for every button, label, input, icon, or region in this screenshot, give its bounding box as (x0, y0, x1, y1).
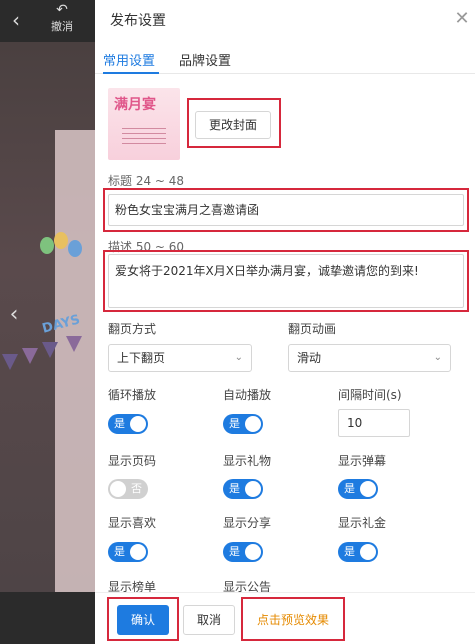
page-anim-select[interactable]: 滑动 ⌄ (288, 344, 451, 372)
page-turn-label: 翻页方式 (108, 322, 157, 336)
chevron-down-icon: ⌄ (433, 352, 442, 363)
confirm-button[interactable]: 确认 (117, 605, 169, 635)
danmaku-toggle[interactable]: 是 (338, 479, 378, 499)
page-turn-value: 上下翻页 (117, 351, 166, 365)
title-field[interactable]: 粉色女宝宝满月之喜邀请函 (108, 194, 464, 226)
canvas-page-preview (55, 130, 95, 600)
cancel-button[interactable]: 取消 (183, 605, 235, 635)
toggle-knob (245, 481, 261, 497)
close-icon[interactable]: ✕ (453, 8, 471, 30)
autoplay-label: 自动播放 (223, 388, 272, 402)
panel-header: 发布设置 ✕ (95, 0, 475, 40)
toggle-knob (360, 544, 376, 560)
page-anim-label: 翻页动画 (288, 322, 337, 336)
loop-toggle[interactable]: 是 (108, 414, 148, 434)
gift-toggle[interactable]: 是 (223, 479, 263, 499)
gift-toggle-text: 是 (229, 482, 240, 495)
chevron-left-icon[interactable]: ‹ (6, 8, 26, 32)
chevron-down-icon: ⌄ (234, 352, 243, 363)
cover-thumbnail-text-lines (122, 128, 166, 148)
cash-gift-toggle-text: 是 (344, 545, 355, 558)
likes-toggle-text: 是 (114, 545, 125, 558)
cash-gift-label: 显示礼金 (338, 516, 387, 530)
cover-thumbnail-title: 满月宴 (114, 97, 156, 113)
toggle-knob (245, 544, 261, 560)
page-turn-select[interactable]: 上下翻页 ⌄ (108, 344, 252, 372)
chevron-left-icon[interactable]: ‹ (4, 300, 24, 330)
toggle-knob (110, 481, 126, 497)
desc-field-label: 描述 50 ~ 60 (108, 240, 185, 254)
loop-toggle-text: 是 (114, 417, 125, 430)
flag-decoration (2, 354, 18, 370)
balloon-decoration (54, 232, 68, 249)
title-field-label: 标题 24 ~ 48 (108, 174, 185, 188)
flag-decoration (42, 342, 58, 358)
likes-toggle[interactable]: 是 (108, 542, 148, 562)
danmaku-label: 显示弹幕 (338, 454, 387, 468)
autoplay-toggle[interactable]: 是 (223, 414, 263, 434)
interval-label: 间隔时间(s) (338, 388, 402, 402)
page-number-label: 显示页码 (108, 454, 157, 468)
flag-decoration (22, 348, 38, 364)
share-toggle[interactable]: 是 (223, 542, 263, 562)
undo-arrow-icon: ↶ (56, 2, 68, 18)
publish-settings-panel: 发布设置 ✕ 常用设置 品牌设置 满月宴 更改封面 标题 24 ~ 48 粉色女… (95, 0, 475, 644)
panel-footer: 确认 取消 点击预览效果 (95, 592, 475, 644)
preview-link[interactable]: 点击预览效果 (250, 605, 336, 635)
share-label: 显示分享 (223, 516, 272, 530)
page-number-toggle[interactable]: 否 (108, 479, 148, 499)
cover-thumbnail: 满月宴 (108, 88, 180, 160)
likes-label: 显示喜欢 (108, 516, 157, 530)
settings-tabs: 常用设置 品牌设置 (95, 40, 475, 74)
toggle-knob (245, 416, 261, 432)
change-cover-button[interactable]: 更改封面 (195, 111, 271, 139)
page-number-toggle-text: 否 (131, 482, 142, 495)
toggle-knob (130, 416, 146, 432)
description-field[interactable]: 爱女将于2021年X月X日举办满月宴，诚挚邀请您的到来! (108, 254, 464, 308)
gift-label: 显示礼物 (223, 454, 272, 468)
cash-gift-toggle[interactable]: 是 (338, 542, 378, 562)
active-tab-indicator (103, 72, 159, 74)
toggle-knob (360, 481, 376, 497)
flag-decoration (66, 336, 82, 352)
editor-bottom-bar (0, 592, 95, 644)
danmaku-toggle-text: 是 (344, 482, 355, 495)
editor-area: ‹ ↶ 撤消 DAYS ‹ (0, 0, 95, 644)
balloon-decoration (68, 240, 82, 257)
title-field-value: 粉色女宝宝满月之喜邀请函 (115, 203, 260, 217)
tab-common-settings[interactable]: 常用设置 (103, 50, 155, 74)
undo-label: 撤消 (51, 20, 73, 33)
loop-label: 循环播放 (108, 388, 157, 402)
tab-brand-settings[interactable]: 品牌设置 (179, 50, 231, 74)
undo-button[interactable]: ↶ 撤消 (44, 2, 80, 40)
share-toggle-text: 是 (229, 545, 240, 558)
panel-title: 发布设置 (110, 13, 166, 29)
page-anim-value: 滑动 (297, 351, 322, 365)
description-field-value: 爱女将于2021年X月X日举办满月宴，诚挚邀请您的到来! (115, 264, 419, 278)
interval-input[interactable]: 10 (338, 409, 410, 437)
editor-toolbar: ‹ ↶ 撤消 (0, 0, 95, 42)
balloon-decoration (40, 237, 54, 254)
autoplay-toggle-text: 是 (229, 417, 240, 430)
toggle-knob (130, 544, 146, 560)
